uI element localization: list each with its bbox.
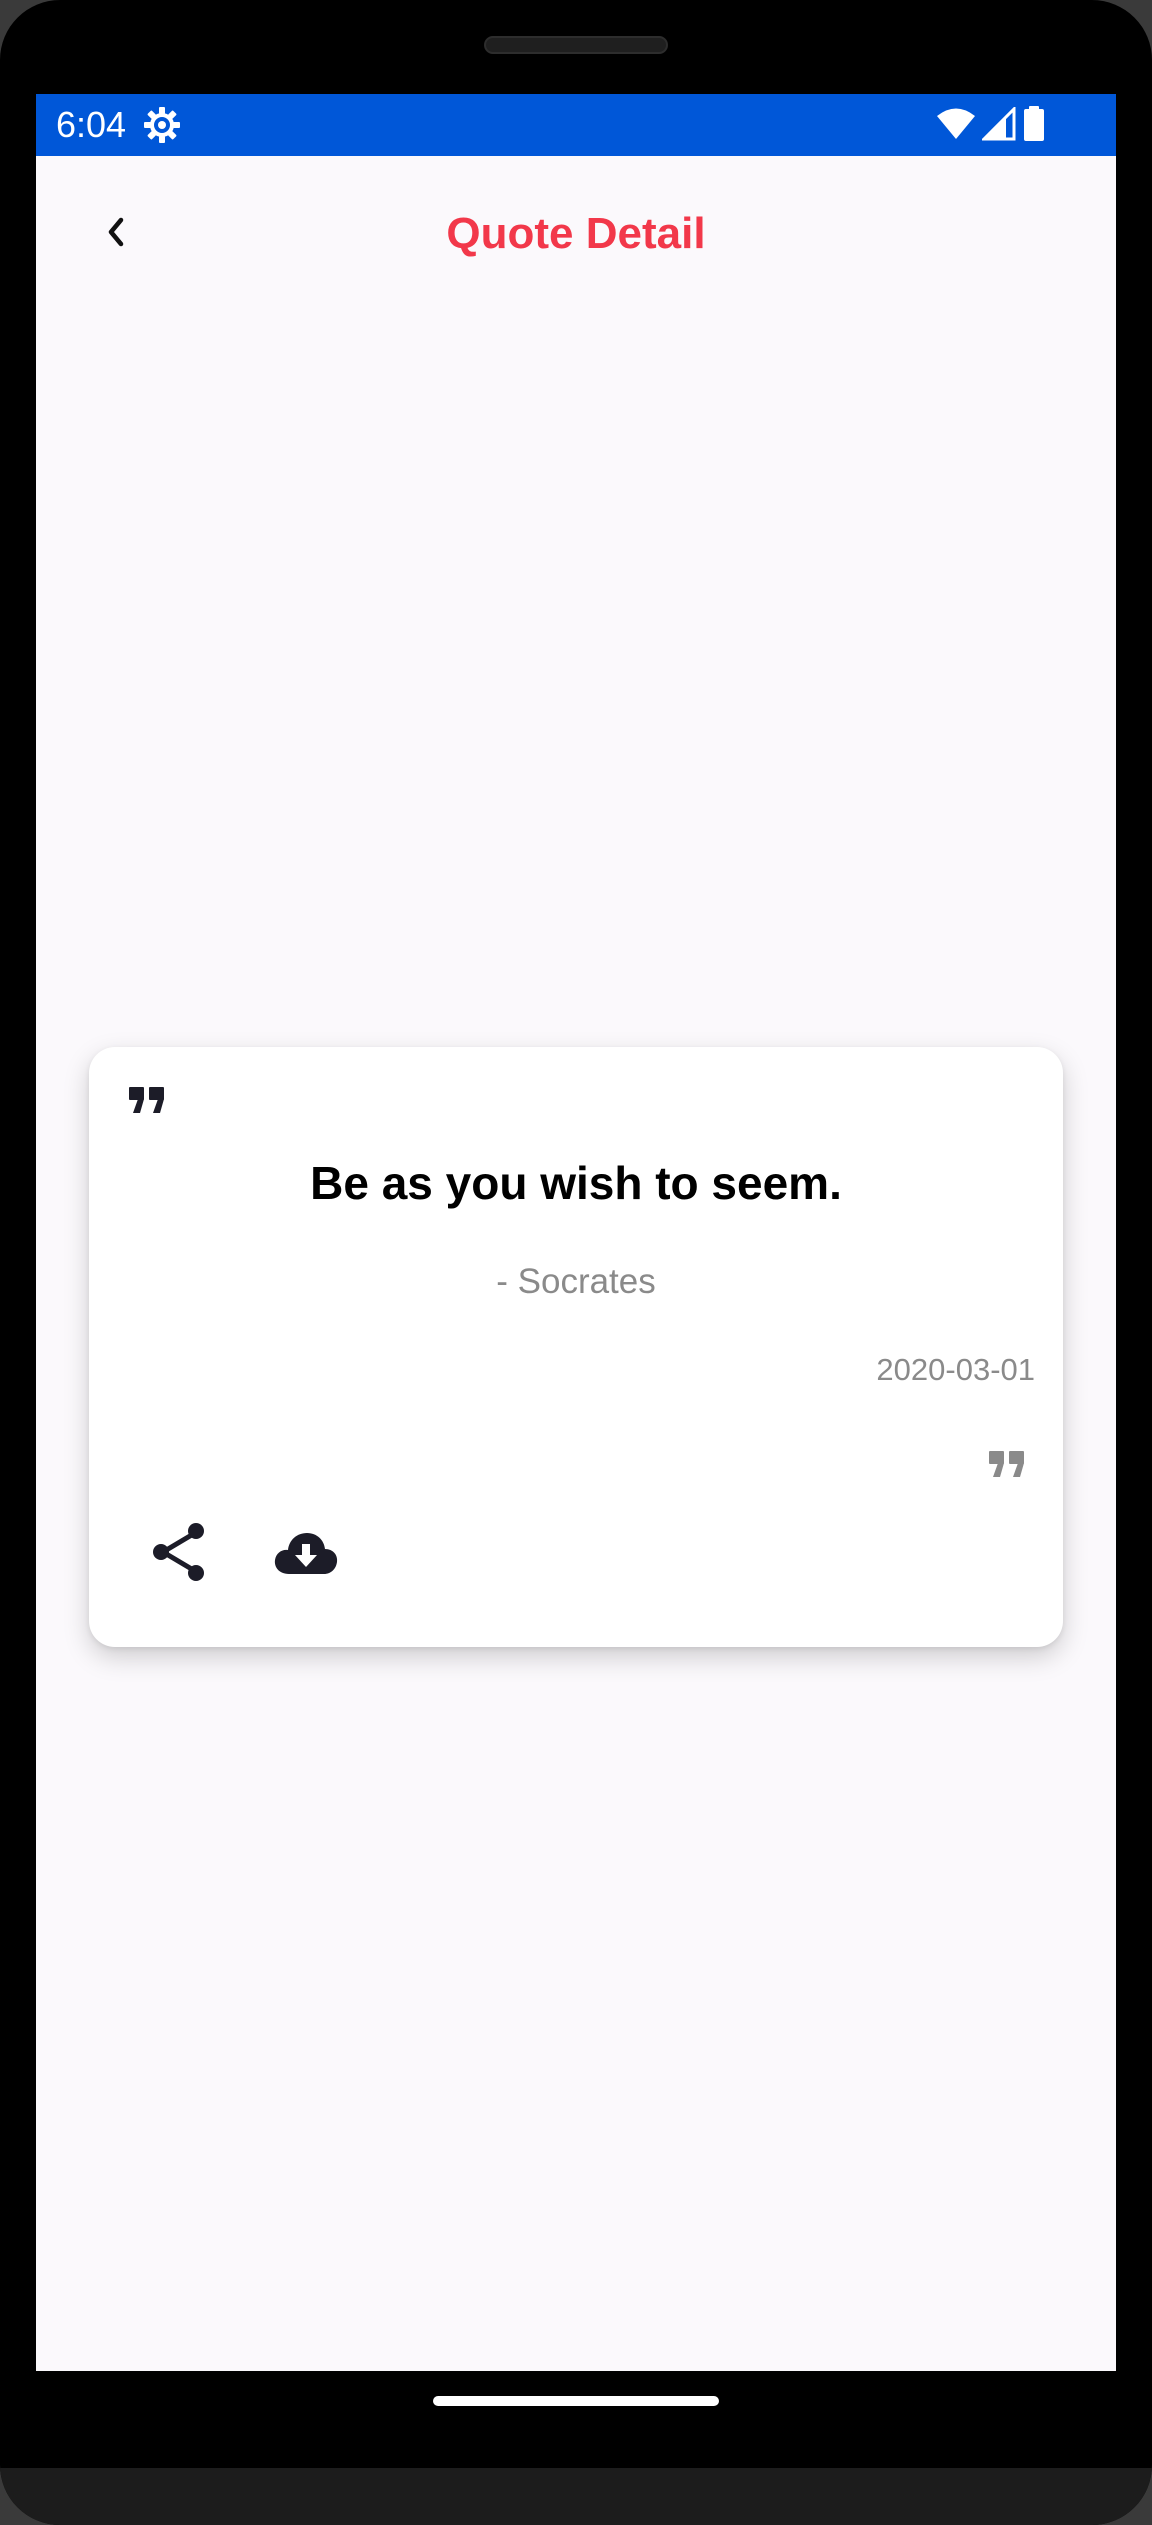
quote-card: Be as you wish to seem. - Socrates 2020-… <box>89 1047 1063 1647</box>
status-icons <box>936 105 1046 147</box>
download-button[interactable] <box>273 1530 339 1576</box>
app-header: Quote Detail <box>36 156 1116 336</box>
status-time: 6:04 <box>56 104 127 145</box>
gear-icon <box>142 105 182 145</box>
battery-icon <box>1022 106 1046 147</box>
quote-date: 2020-03-01 <box>876 1352 1035 1387</box>
device-bottom-bezel <box>0 2468 1152 2525</box>
app-screen: 6:04 Quote Detail Be as you wish to seem… <box>36 94 1116 2371</box>
quote-author: - Socrates <box>496 1262 656 1301</box>
share-button[interactable] <box>149 1520 209 1584</box>
cell-signal-icon <box>980 105 1016 146</box>
earpiece-speaker <box>484 36 668 54</box>
quote-close-icon <box>987 1449 1027 1479</box>
page-title: Quote Detail <box>446 209 706 258</box>
device-frame: 6:04 Quote Detail Be as you wish to seem… <box>0 0 1152 2525</box>
gesture-nav-handle[interactable] <box>433 2396 719 2406</box>
status-bar: 6:04 <box>36 94 1116 156</box>
cloud-download-icon <box>273 1533 339 1580</box>
quote-text: Be as you wish to seem. <box>310 1157 842 1209</box>
share-icon <box>149 1523 209 1588</box>
wifi-icon <box>936 107 976 146</box>
quote-open-icon <box>127 1085 167 1115</box>
